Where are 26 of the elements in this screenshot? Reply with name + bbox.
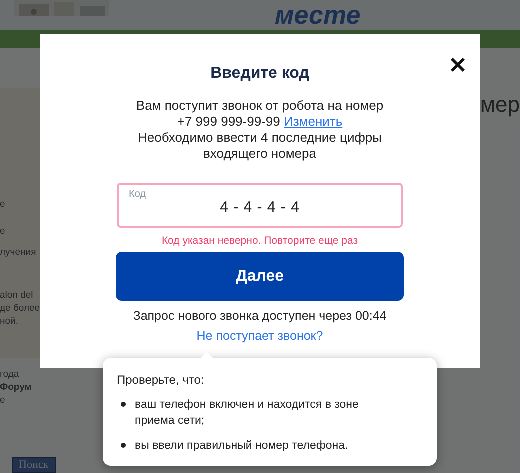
sidebar-text: де более [0, 302, 42, 315]
close-icon [450, 57, 466, 73]
tooltip-title: Проверьте, что: [117, 373, 206, 387]
sidebar-text: года [0, 368, 20, 381]
tooltip-item: вы ввели правильный номер телефона. [135, 439, 350, 454]
sidebar-text: alon del [0, 289, 34, 302]
error-message: Код указан неверно. Повторите еще раз [162, 235, 358, 247]
timer-text: Запрос нового звонка доступен через 00:44 [133, 309, 387, 323]
sidebar-text: е [0, 198, 6, 211]
dialog-message: Вам поступит звонок от робота на номер +7 999 999-99-99 Изменить Необходимо ввести 4 последние цифры входящего номера [135, 98, 385, 162]
dialog-title: Введите код [210, 65, 310, 83]
submit-button[interactable]: Далее [116, 252, 404, 301]
sidebar-text: е [0, 225, 6, 238]
sidebar-text: Форум [0, 381, 33, 394]
change-link[interactable]: Изменить [284, 114, 343, 129]
tooltip-item: ваш телефон включен и находится в зоне приема сети; [135, 398, 360, 429]
help-link[interactable]: Не поступает звонок? [196, 329, 324, 343]
sidebar-text: ной. [0, 315, 20, 328]
sidebar-text: лучения [0, 246, 38, 259]
code-field[interactable]: Код 4 - 4 - 4 - 4 [117, 183, 403, 228]
page-heading: месте [275, 0, 361, 30]
bullet-icon [121, 402, 126, 407]
search-button[interactable]: Поиск [12, 457, 56, 473]
bullet-icon [121, 443, 126, 448]
page-text: мер [480, 92, 520, 119]
sidebar-text: е [0, 394, 6, 407]
